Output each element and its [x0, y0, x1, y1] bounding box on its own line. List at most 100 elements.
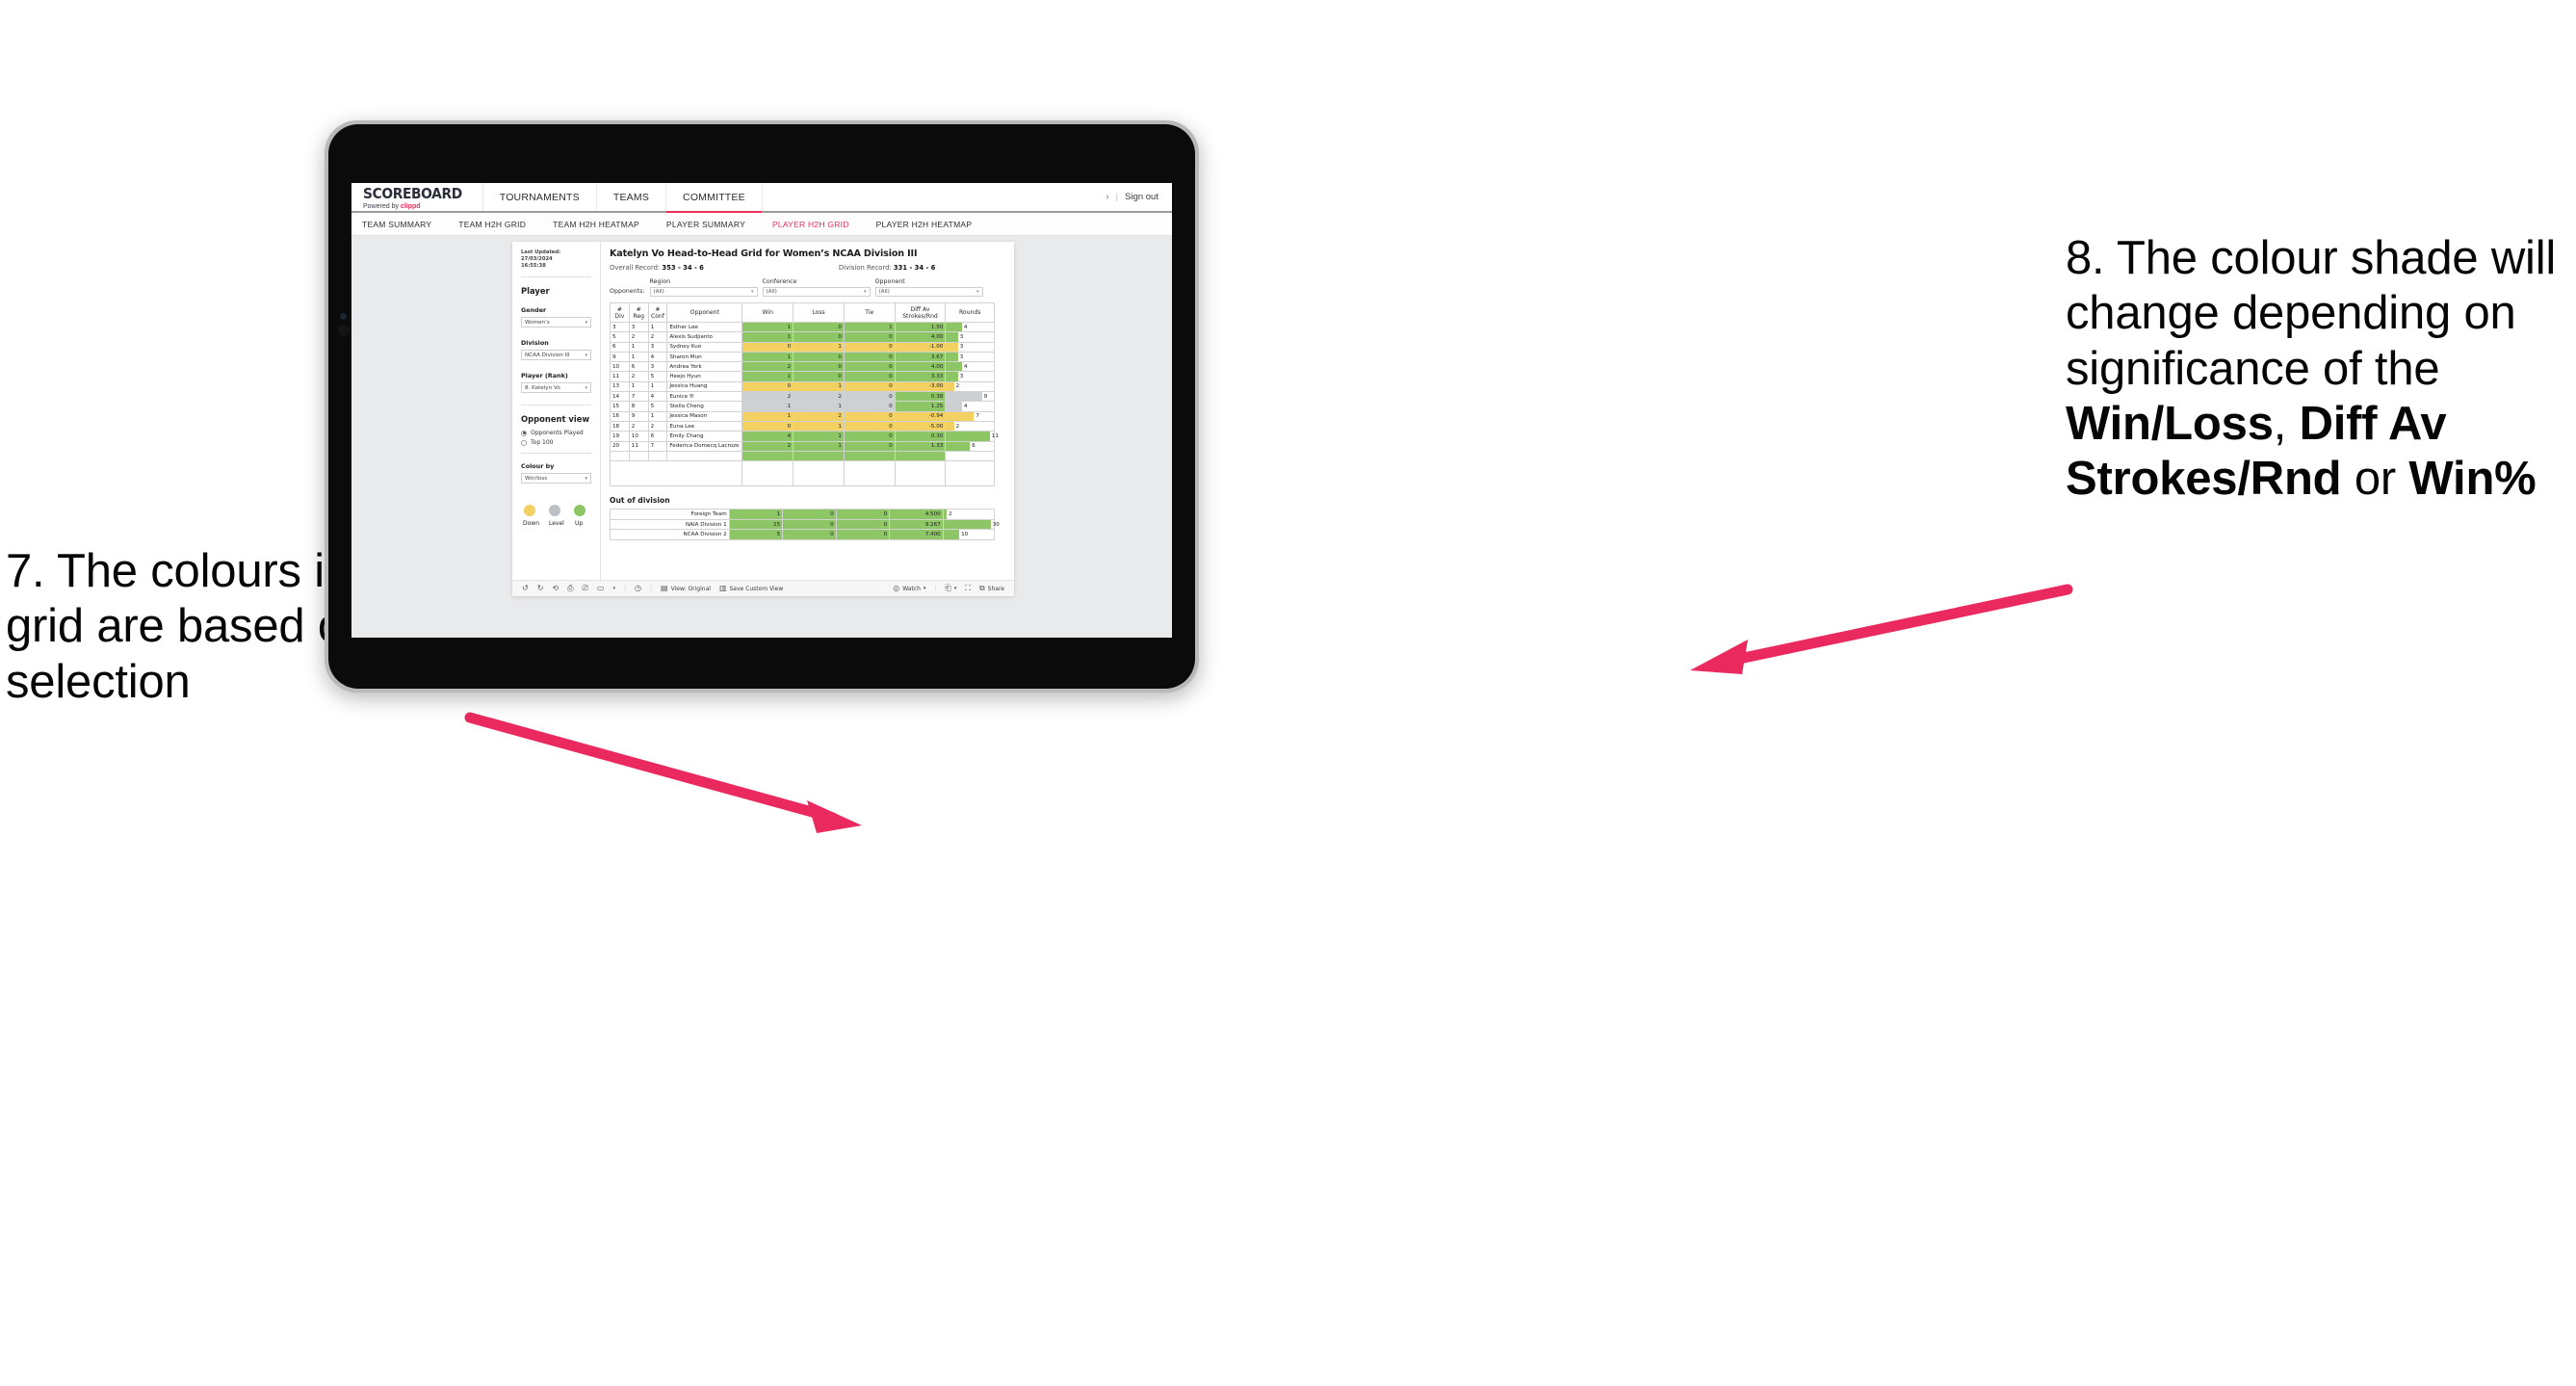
rounds-value: 2: [955, 423, 960, 430]
table-row[interactable]: Foreign Team 1 0 0 4.500 2: [610, 509, 996, 520]
cell-diff: 4.00: [894, 331, 947, 343]
chevron-right-icon[interactable]: ›: [1106, 192, 1108, 202]
table-row[interactable]: 10 6 3 Andrea York 2 0 0 4.00 4: [610, 361, 995, 373]
subnav-player-h2h-heatmap[interactable]: PLAYER H2H HEATMAP: [863, 220, 986, 229]
refresh-icon[interactable]: ⎙: [567, 585, 573, 592]
table-row[interactable]: 9 1 4 Sharon Mun 1 0 0 3.67 3: [610, 351, 995, 363]
brand-clippd: clippd: [400, 203, 421, 210]
cell-rounds: 11: [945, 431, 999, 442]
rounds-bar: [946, 342, 958, 352]
cell-loss: 2: [793, 410, 845, 422]
gender-select[interactable]: Women’s ▾: [521, 317, 591, 328]
undo-icon[interactable]: ↺: [522, 585, 529, 592]
cell-reg: 2: [628, 371, 649, 382]
cell-diff: 3.67: [894, 351, 947, 363]
h2h-grid-table[interactable]: # Div # Reg # Conf Opponent Win Loss Tie Di…: [609, 302, 999, 487]
filter-conference-select[interactable]: (All) ▾: [762, 287, 871, 297]
division-select[interactable]: NCAA Division III ▾: [521, 350, 591, 361]
table-row[interactable]: 3 3 1 Esther Lee 1 0 1 1.50 4: [610, 321, 995, 333]
cell-opponent: Stella Cheng: [666, 401, 743, 412]
filter-opponent-select[interactable]: (All) ▾: [874, 287, 983, 297]
subnav-player-summary[interactable]: PLAYER SUMMARY: [653, 220, 759, 229]
table-filler-row: [609, 460, 995, 487]
download-button[interactable]: ⎗ ▾: [945, 585, 956, 592]
table-row[interactable]: 19 10 6 Emily Chang 4 1 0 0.30 11: [610, 431, 999, 442]
colour-by-select[interactable]: Win/loss ▾: [521, 473, 591, 484]
rounds-bar: [946, 372, 958, 381]
cell-tie: 0: [843, 361, 896, 373]
table-row[interactable]: 16 9 1 Jessica Mason 1 2 0 -0.94 7: [610, 410, 995, 422]
nav-tournaments[interactable]: TOURNAMENTS: [483, 183, 597, 211]
division-value: NCAA Division III: [525, 352, 570, 358]
subnav-team-summary[interactable]: TEAM SUMMARY: [362, 220, 445, 229]
revert-icon[interactable]: ⟲: [552, 585, 559, 592]
clock-icon[interactable]: ◷: [635, 585, 641, 592]
table-row[interactable]: NAIA Division 1 15 0 0 9.267 30: [610, 518, 1000, 531]
watch-button[interactable]: ◎ Watch ▾: [893, 585, 925, 592]
pause-icon[interactable]: ⎚: [583, 585, 588, 592]
fullscreen-icon[interactable]: ⛶: [965, 585, 971, 592]
cell-div: 3: [610, 321, 630, 333]
table-row[interactable]: 15 8 5 Stella Cheng 1 1 0 1.25 4: [610, 401, 995, 412]
radio-top-100[interactable]: Top 100: [521, 439, 591, 446]
rounds-value: 4: [963, 404, 968, 410]
table-row[interactable]: 20 11 7 Federica Domecq Lacroze 2 1 0 1.33 6: [610, 440, 995, 452]
cell-diff: 1.50: [894, 321, 947, 333]
share-button[interactable]: ⧉ Share: [979, 585, 1004, 592]
cell-loss: [793, 450, 845, 462]
annotation-8-text: 8. The colour shade will change dependin…: [2066, 231, 2576, 508]
table-row[interactable]: NCAA Division 2 5 0 0 7.400 10: [610, 529, 996, 540]
cell-win: 4: [742, 431, 794, 442]
table-row[interactable]: 13 1 1 Jessica Huang 0 1 0 -3.00 2: [610, 380, 995, 393]
legend-dot-up: [574, 505, 585, 517]
table-row[interactable]: 5 2 2 Alexis Sudjianto 1 0 0 4.00 3: [610, 331, 995, 343]
out-of-division-table[interactable]: Foreign Team 1 0 0 4.500 2 NAIA Division 1 15 0 0…: [610, 509, 1000, 540]
cell-loss: 1: [793, 420, 845, 432]
view-original-button[interactable]: ▤ View: Original: [661, 585, 711, 592]
redo-icon[interactable]: ↻: [537, 585, 544, 592]
col-win: Win: [742, 302, 794, 323]
filter-conference-value: (All): [766, 289, 777, 295]
tablet-sensor-icon: [340, 313, 347, 320]
division-label: Division: [521, 339, 549, 348]
radio-opponents-played[interactable]: Opponents Played: [521, 430, 591, 436]
division-record-value: 331 - 34 - 6: [893, 264, 936, 272]
filter-region-select[interactable]: (All) ▾: [649, 287, 758, 297]
cell-tie: 0: [843, 431, 896, 442]
cell-conf: 1: [647, 321, 668, 333]
radio-label: Top 100: [531, 439, 554, 447]
cell-conf: 4: [647, 391, 668, 403]
colour-by-label: Colour by: [521, 462, 555, 471]
cell-loss: 1: [793, 440, 845, 452]
nav-committee[interactable]: COMMITTEE: [666, 183, 763, 213]
cell-win: 2: [742, 391, 794, 403]
player-rank-select[interactable]: 8. Katelyn Vo ▾: [521, 382, 591, 394]
col-diff-bottom: Strokes/Rnd: [902, 312, 938, 320]
cell-tie: 1: [843, 321, 896, 333]
cell-win: 0: [742, 380, 794, 393]
subnav-team-h2h-grid[interactable]: TEAM H2H GRID: [445, 220, 539, 229]
cell-diff: [894, 450, 947, 462]
subnav-team-h2h-heatmap[interactable]: TEAM H2H HEATMAP: [539, 220, 653, 229]
col-reg-top: #: [636, 305, 641, 313]
legend-label-level: Level: [549, 520, 564, 528]
brand-logo[interactable]: SCOREBOARD Powered by clippd: [351, 183, 483, 211]
table-row[interactable]: 18 2 2 Euna Lee 0 1 0 -5.00 2: [610, 420, 995, 432]
table-row[interactable]: 14 7 4 Eunice Yi 2 2 0 0.38 9: [610, 391, 995, 403]
cell-loss: 1: [793, 431, 845, 442]
cell-reg: 9: [628, 410, 649, 422]
table-row[interactable]: 6 1 3 Sydney Kuo 0 1 0 -1.00 3: [610, 341, 995, 353]
filter-icon[interactable]: ▭: [597, 585, 605, 592]
cell-conf: 2: [647, 331, 668, 343]
save-custom-view-button[interactable]: ▥ Save Custom View: [719, 585, 783, 592]
subnav-player-h2h-grid[interactable]: PLAYER H2H GRID: [759, 220, 863, 229]
sign-out-link[interactable]: Sign out: [1125, 192, 1158, 202]
cell-diff: 3.33: [894, 371, 947, 382]
table-row[interactable]: 11 2 5 Heejo Hyun 1 0 0 3.33 3: [610, 371, 995, 382]
annotation-8-part-1: Win/Loss: [2066, 397, 2274, 450]
nav-teams[interactable]: TEAMS: [597, 183, 667, 211]
cell-div: 19: [610, 431, 630, 442]
chevron-down-icon[interactable]: ▾: [612, 586, 615, 591]
cell-rounds: 9: [945, 391, 995, 403]
cell-reg: 3: [628, 321, 649, 333]
